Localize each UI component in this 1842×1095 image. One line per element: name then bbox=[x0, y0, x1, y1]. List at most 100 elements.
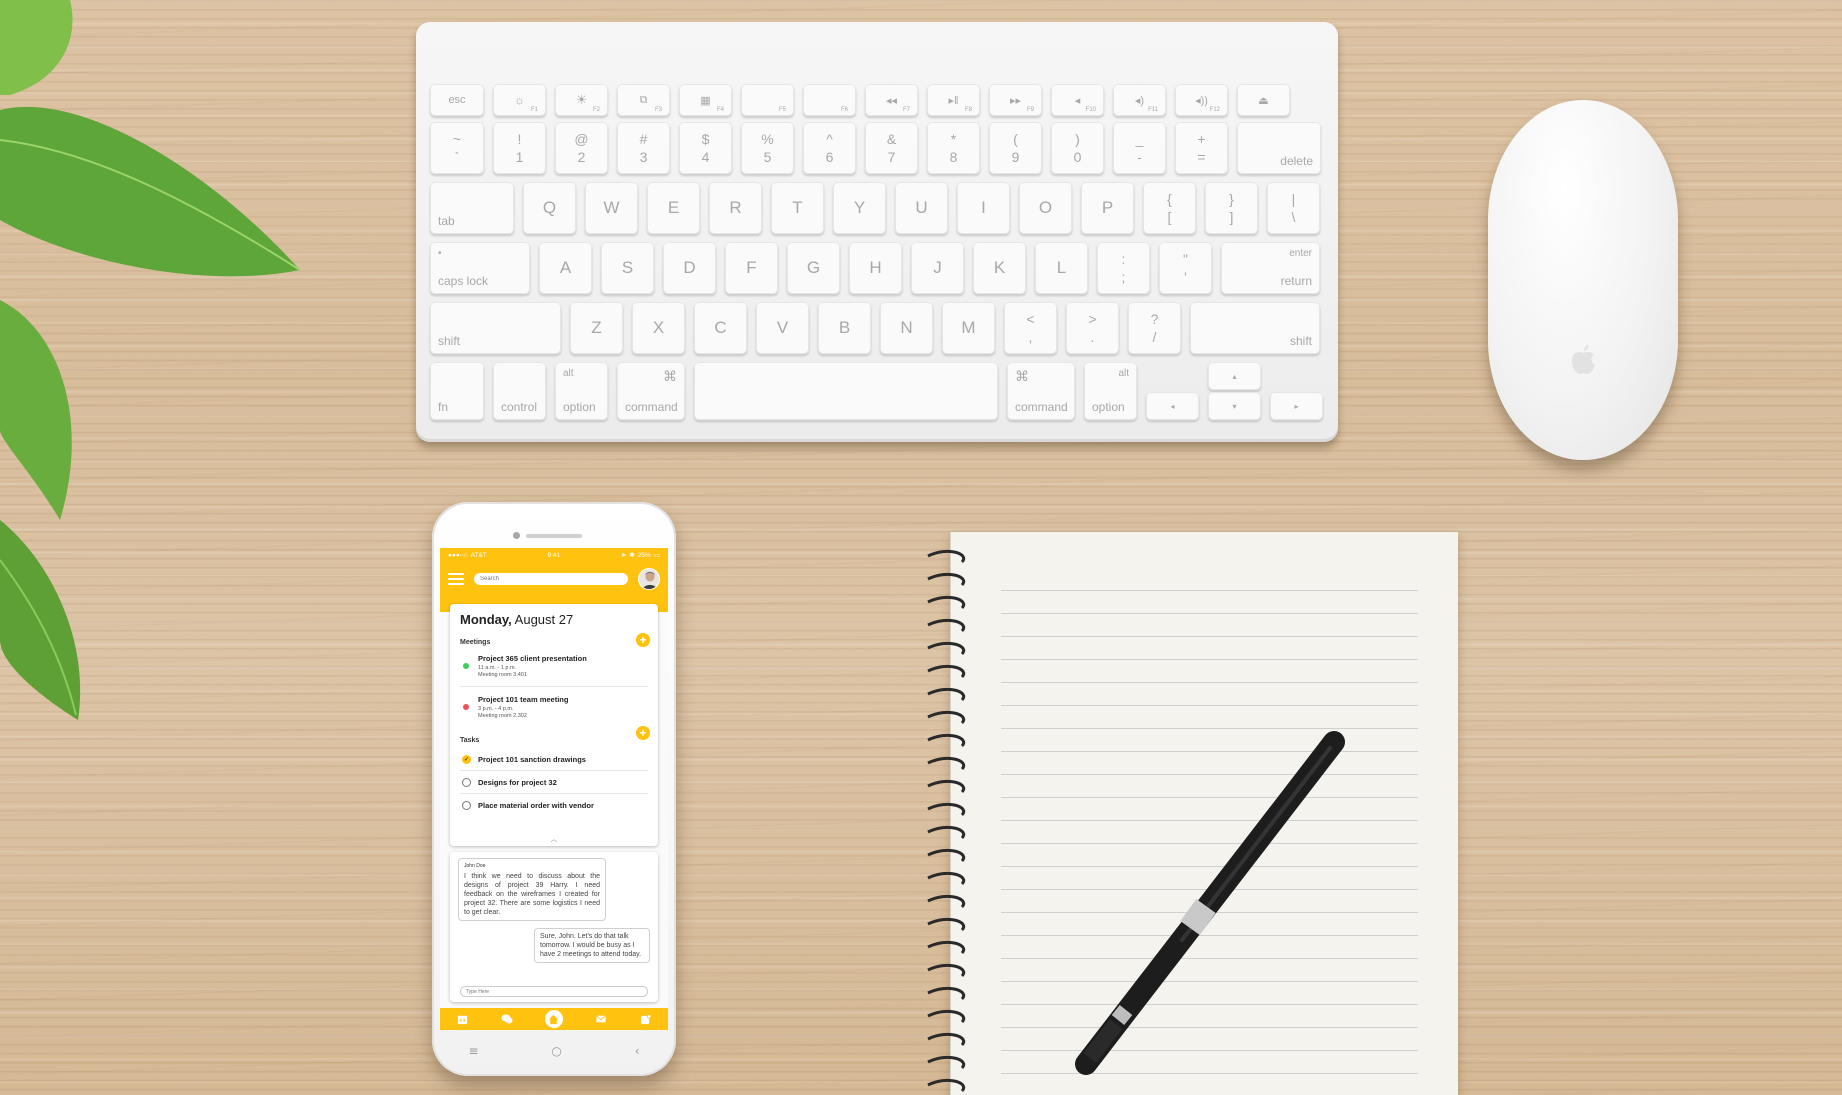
key-8[interactable]: * 8 bbox=[927, 122, 980, 174]
key-9[interactable]: (9 bbox=[989, 122, 1042, 174]
menu-lines-icon[interactable]: ≡ bbox=[468, 1044, 478, 1066]
key-t[interactable]: T bbox=[771, 182, 824, 234]
key-right-shift[interactable]: shift bbox=[1190, 302, 1320, 354]
key-q[interactable]: Q bbox=[523, 182, 576, 234]
eject-icon[interactable]: ⏏ bbox=[1237, 84, 1290, 116]
key-left-option[interactable]: alt option bbox=[555, 362, 608, 420]
key-backtick[interactable]: ~ ` bbox=[430, 122, 484, 174]
key-f3[interactable]: ⧉ F3 bbox=[617, 84, 670, 116]
key-n[interactable]: N bbox=[880, 302, 933, 354]
key-arrow-right[interactable]: ▸ bbox=[1270, 392, 1323, 420]
key-right-option[interactable]: alt option bbox=[1084, 362, 1137, 420]
key-6[interactable]: ^ 6 bbox=[803, 122, 856, 174]
key-l[interactable]: L bbox=[1035, 242, 1088, 294]
key-w[interactable]: W bbox=[585, 182, 638, 234]
key-slash[interactable]: ? / bbox=[1128, 302, 1181, 354]
key-return[interactable]: enter return bbox=[1221, 242, 1320, 294]
meeting-item[interactable]: Project 365 client presentation 11 a.m. … bbox=[460, 646, 648, 687]
key-left-command[interactable]: ⌘ command bbox=[617, 362, 685, 420]
key-backslash[interactable]: | \ bbox=[1267, 182, 1320, 234]
key-f5[interactable]: F5 bbox=[741, 84, 794, 116]
key-s[interactable]: S bbox=[601, 242, 654, 294]
key-x[interactable]: X bbox=[632, 302, 685, 354]
key-h[interactable]: H bbox=[849, 242, 902, 294]
key-0[interactable]: ) 0 bbox=[1051, 122, 1104, 174]
key-k[interactable]: K bbox=[973, 242, 1026, 294]
key-g[interactable]: G bbox=[787, 242, 840, 294]
key-close-bracket[interactable]: }] bbox=[1205, 182, 1258, 234]
key-left-shift[interactable]: shift bbox=[430, 302, 561, 354]
back-chevron-icon[interactable]: ‹ bbox=[635, 1044, 640, 1066]
key-j[interactable]: J bbox=[911, 242, 964, 294]
key-2[interactable]: @2 bbox=[555, 122, 608, 174]
key-f4[interactable]: ▦ F4 bbox=[679, 84, 732, 116]
message-input[interactable] bbox=[460, 986, 648, 997]
key-5[interactable]: % 5 bbox=[741, 122, 794, 174]
chevron-up-icon[interactable]: ︿ bbox=[551, 834, 558, 844]
key-i[interactable]: I bbox=[957, 182, 1010, 234]
key-a[interactable]: A bbox=[539, 242, 592, 294]
chat-icon[interactable] bbox=[500, 1012, 514, 1026]
keyboard[interactable]: esc ☼ F1 ☀ F2 ⧉ F3 ▦ F4 F5 F6 ◂◂ F7 ▸‖ F8 ▸▸ F9… bbox=[416, 22, 1338, 442]
key-v[interactable]: V bbox=[756, 302, 809, 354]
key-z[interactable]: Z bbox=[570, 302, 623, 354]
key-f6[interactable]: F6 bbox=[803, 84, 856, 116]
task-item[interactable]: ✓ Project 101 sanction drawings bbox=[460, 748, 648, 771]
key-f12[interactable]: ◂)) F12 bbox=[1175, 84, 1228, 116]
mail-icon[interactable] bbox=[594, 1012, 608, 1026]
search-input[interactable] bbox=[474, 573, 628, 585]
key-esc[interactable]: esc bbox=[430, 84, 484, 116]
key-f11[interactable]: ◂) F11 bbox=[1113, 84, 1166, 116]
task-checked-icon[interactable]: ✓ bbox=[462, 755, 471, 764]
key-minus[interactable]: _ - bbox=[1113, 122, 1166, 174]
calendar-icon[interactable] bbox=[455, 1012, 469, 1026]
key-semicolon[interactable]: :; bbox=[1097, 242, 1150, 294]
key-o[interactable]: O bbox=[1019, 182, 1072, 234]
key-delete[interactable]: delete bbox=[1237, 122, 1321, 174]
key-3[interactable]: #3 bbox=[617, 122, 670, 174]
key-7[interactable]: & 7 bbox=[865, 122, 918, 174]
home-circle-icon[interactable]: ○ bbox=[551, 1044, 561, 1066]
task-checkbox-icon[interactable] bbox=[462, 801, 471, 810]
hamburger-menu-icon[interactable] bbox=[448, 573, 464, 585]
task-checkbox-icon[interactable] bbox=[462, 778, 471, 787]
key-u[interactable]: U bbox=[895, 182, 948, 234]
key-open-bracket[interactable]: {[ bbox=[1143, 182, 1196, 234]
key-c[interactable]: C bbox=[694, 302, 747, 354]
key-e[interactable]: E bbox=[647, 182, 700, 234]
key-equals[interactable]: + = bbox=[1175, 122, 1228, 174]
meeting-item[interactable]: Project 101 team meeting 3 p.m. - 4 p.m.… bbox=[460, 687, 648, 727]
key-f7[interactable]: ◂◂ F7 bbox=[865, 84, 918, 116]
add-meeting-button[interactable]: + bbox=[636, 633, 650, 647]
key-caps-lock[interactable]: • caps lock bbox=[430, 242, 530, 294]
key-control[interactable]: control bbox=[493, 362, 546, 420]
key-f1[interactable]: ☼ F1 bbox=[493, 84, 546, 116]
task-item[interactable]: Designs for project 32 bbox=[460, 771, 648, 794]
key-4[interactable]: $4 bbox=[679, 122, 732, 174]
key-f10[interactable]: ◂ F10 bbox=[1051, 84, 1104, 116]
key-arrow-down[interactable]: ▾ bbox=[1208, 392, 1261, 420]
key-b[interactable]: B bbox=[818, 302, 871, 354]
key-arrow-up[interactable]: ▴ bbox=[1208, 362, 1261, 390]
notifications-icon[interactable] bbox=[639, 1012, 653, 1026]
key-period[interactable]: >. bbox=[1066, 302, 1119, 354]
key-f2[interactable]: ☀ F2 bbox=[555, 84, 608, 116]
key-r[interactable]: R bbox=[709, 182, 762, 234]
key-f[interactable]: F bbox=[725, 242, 778, 294]
key-fn[interactable]: fn bbox=[430, 362, 484, 420]
task-item[interactable]: Place material order with vendor bbox=[460, 794, 648, 816]
add-task-button[interactable]: + bbox=[636, 726, 650, 740]
key-f9[interactable]: ▸▸ F9 bbox=[989, 84, 1042, 116]
key-tab[interactable]: tab bbox=[430, 182, 514, 234]
key-comma[interactable]: <, bbox=[1004, 302, 1057, 354]
key-d[interactable]: D bbox=[663, 242, 716, 294]
key-arrow-left[interactable]: ◂ bbox=[1146, 392, 1199, 420]
key-y[interactable]: Y bbox=[833, 182, 886, 234]
key-space[interactable] bbox=[694, 362, 998, 420]
avatar[interactable] bbox=[638, 568, 660, 590]
key-p[interactable]: P bbox=[1081, 182, 1134, 234]
mouse[interactable] bbox=[1488, 100, 1678, 460]
key-f8[interactable]: ▸‖ F8 bbox=[927, 84, 980, 116]
key-1[interactable]: ! 1 bbox=[493, 122, 546, 174]
key-right-command[interactable]: ⌘ command bbox=[1007, 362, 1075, 420]
